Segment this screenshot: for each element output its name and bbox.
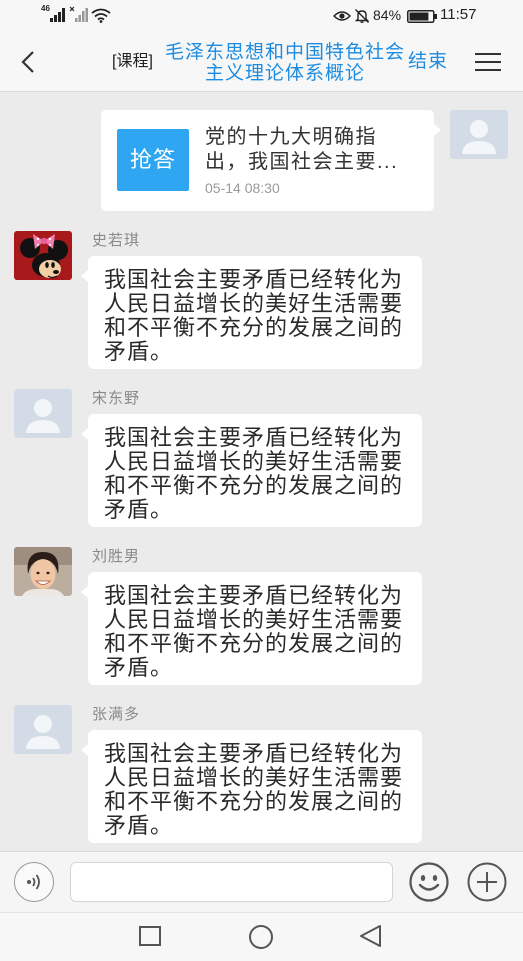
message-text: 我国社会主要矛盾已经转化为人民日益增长的美好生活需要和不平衡不充分的发展之间的矛…: [104, 583, 404, 680]
system-nav-bar: [0, 912, 523, 961]
self-avatar[interactable]: [450, 110, 508, 159]
sender-avatar[interactable]: [14, 231, 72, 280]
home-icon[interactable]: [248, 924, 274, 950]
recent-apps-icon[interactable]: [138, 924, 162, 948]
battery-icon: [407, 10, 437, 23]
emoji-button[interactable]: [409, 862, 449, 902]
page-title: 毛泽东思想和中国特色社会主义理论体系概论: [164, 42, 405, 84]
wifi-icon: [91, 8, 111, 23]
voice-icon: [27, 874, 40, 890]
status-bar: 46 84% 11:57: [0, 0, 523, 30]
message-text: 我国社会主要矛盾已经转化为人民日益增长的美好生活需要和不平衡不充分的发展之间的矛…: [104, 267, 404, 364]
signal-no-service-icon: [69, 6, 88, 22]
clock-time: 11:57: [440, 6, 477, 23]
chat-header: [课程] 毛泽东思想和中国特色社会主义理论体系概论 结束: [0, 30, 523, 92]
sender-name: 宋东野: [92, 390, 141, 407]
message-text: 我国社会主要矛盾已经转化为人民日益增长的美好生活需要和不平衡不充分的发展之间的矛…: [104, 741, 404, 838]
default-avatar-icon: [450, 110, 508, 159]
default-avatar-icon: [14, 705, 72, 754]
back-triangle-icon[interactable]: [358, 924, 384, 948]
message-bubble[interactable]: 我国社会主要矛盾已经转化为人民日益增长的美好生活需要和不平衡不充分的发展之间的矛…: [81, 730, 422, 843]
quick-answer-timestamp: 05-14 08:30: [205, 180, 280, 196]
sender-avatar[interactable]: [14, 547, 72, 596]
quick-answer-badge: 抢答: [117, 129, 189, 191]
signal-icon: [50, 8, 65, 22]
alarm-off-icon: [354, 9, 370, 23]
quick-answer-question: 党的十九大明确指出，我国社会主要...: [205, 126, 399, 173]
sender-name: 张满多: [92, 706, 141, 723]
sender-name: 刘胜男: [92, 548, 141, 565]
plus-circle-icon: [467, 862, 507, 902]
end-button[interactable]: 结束: [408, 51, 448, 73]
message-bubble[interactable]: 我国社会主要矛盾已经转化为人民日益增长的美好生活需要和不平衡不充分的发展之间的矛…: [81, 414, 422, 527]
more-button[interactable]: [467, 862, 507, 902]
message-bubble[interactable]: 我国社会主要矛盾已经转化为人民日益增长的美好生活需要和不平衡不充分的发展之间的矛…: [81, 256, 422, 369]
sender-avatar[interactable]: [14, 389, 72, 438]
chevron-left-icon[interactable]: [18, 50, 38, 74]
message-text: 我国社会主要矛盾已经转化为人民日益增长的美好生活需要和不平衡不充分的发展之间的矛…: [104, 425, 404, 522]
sender-avatar[interactable]: [14, 705, 72, 754]
quick-answer-card[interactable]: 抢答 党的十九大明确指出，我国社会主要... 05-14 08:30: [101, 110, 441, 211]
battery-percent: 84%: [373, 7, 402, 23]
chat-message-list[interactable]: 抢答 党的十九大明确指出，我国社会主要... 05-14 08:30 史若琪 我…: [0, 92, 523, 851]
minnie-mouse-avatar-icon: [14, 231, 72, 280]
hamburger-menu-icon[interactable]: [474, 52, 502, 72]
default-avatar-icon: [14, 389, 72, 438]
voice-button[interactable]: [14, 862, 54, 902]
emoji-icon: [409, 862, 449, 902]
message-input-bar: [0, 851, 523, 912]
message-bubble[interactable]: 我国社会主要矛盾已经转化为人民日益增长的美好生活需要和不平衡不充分的发展之间的矛…: [81, 572, 422, 685]
sender-name: 史若琪: [92, 232, 141, 249]
course-tag: [课程]: [112, 53, 153, 70]
message-input[interactable]: [70, 862, 393, 902]
eye-icon: [333, 11, 351, 21]
network-type-label: 46: [41, 4, 50, 13]
photo-avatar-icon: [14, 547, 72, 596]
